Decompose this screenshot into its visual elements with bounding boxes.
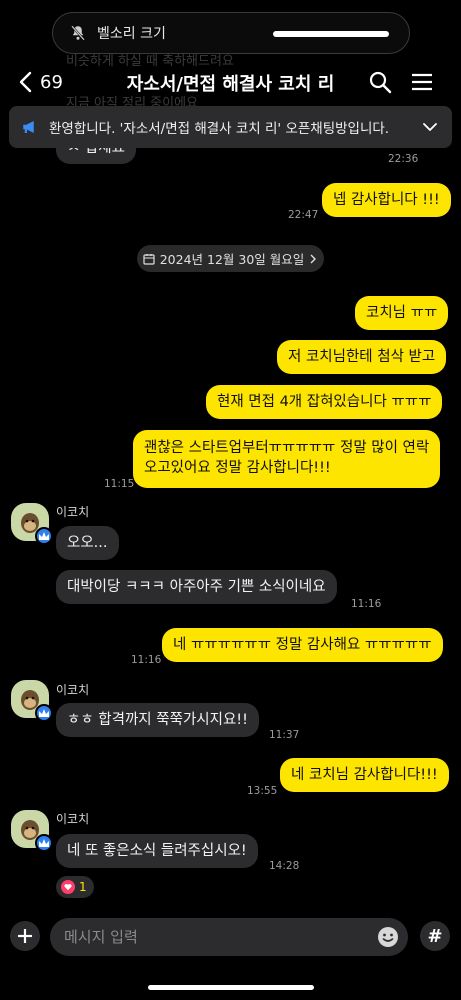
message-bubble-mine[interactable]: 네 코치님 감사합니다!!! [280,758,449,792]
sender-name: 이코치 [56,505,90,519]
crown-badge-icon [35,527,53,545]
message-line: 오고있어요 정말 감사합니다!!! [144,460,331,476]
message-time: 11:16 [351,598,382,610]
crown-badge-icon [35,704,53,722]
message-bubble-mine[interactable]: 코치님 ㅠㅠ [355,296,449,330]
plus-icon [18,929,32,943]
message-input-box[interactable] [50,918,408,956]
search-icon[interactable] [368,70,392,94]
avatar[interactable] [11,680,53,722]
message-bubble-other[interactable]: 네 또 좋은소식 들려주십시오! [56,834,258,868]
attach-button[interactable] [10,921,40,951]
date-divider[interactable]: 2024년 12월 30일 월요일 [137,245,324,272]
message-bubble-mine[interactable]: 넵 감사합니다 !!! [322,183,451,217]
sender-name: 이코치 [56,683,90,697]
message-bubble-mine[interactable]: 저 코치님한테 첨삭 받고 [277,340,447,374]
volume-indicator: 벨소리 크기 [52,12,410,54]
message-bubble-other[interactable]: ㅎㅎ 합격까지 쭉쭉가시지요!! [56,703,259,737]
message-bubble-other[interactable]: 오오... [56,526,119,560]
message-bubble-mine[interactable]: 괜찮은 스타트업부터ㅠㅠㅠㅠㅠ 정말 많이 연락 오고있어요 정말 감사합니다!… [133,430,441,488]
avatar[interactable] [11,503,53,545]
message-time: 11:15 [104,478,135,490]
chevron-down-icon[interactable] [422,119,438,135]
message-bubble-mine[interactable]: 현재 면접 4개 잡혀있습니다 ㅠㅠㅠ [206,385,443,419]
message-time: 11:37 [269,729,300,741]
volume-label: 벨소리 크기 [97,26,166,42]
bell-muted-icon [71,25,85,41]
notice-text: 환영합니다. '자소서/면접 해결사 코치 리' 오픈채팅방입니다. [49,121,390,137]
avatar[interactable] [11,810,53,852]
hashtag-button[interactable]: # [420,921,450,951]
reaction-count: 1 [79,880,87,894]
notice-banner[interactable]: 환영합니다. '자소서/면접 해결사 코치 리' 오픈채팅방입니다. [9,106,452,148]
chevron-right-icon [310,254,317,263]
message-time: 14:28 [269,860,300,872]
sender-name: 이코치 [56,812,90,826]
volume-bar [273,31,389,37]
message-bubble-other[interactable]: 대박이당 ㅋㅋㅋ 아주아주 기쁜 소식이네요 [56,570,337,604]
message-input[interactable] [64,928,364,946]
message-time: 22:36 [388,153,419,165]
heart-icon [61,880,75,894]
date-label: 2024년 12월 30일 월요일 [159,252,305,267]
emoji-icon[interactable] [376,925,400,949]
message-time: 11:16 [131,654,162,666]
message-time: 13:55 [247,785,278,797]
chat-header: 69 자소서/면접 해결사 코치 리 [0,60,461,104]
reaction-chip[interactable]: 1 [56,876,94,898]
home-indicator [148,985,314,990]
crown-badge-icon [35,834,53,852]
menu-icon[interactable] [410,70,434,94]
megaphone-icon [23,121,34,133]
calendar-icon [143,253,155,265]
message-bubble-mine[interactable]: 네 ㅠㅠㅠㅠㅠㅠ 정말 감사해요 ㅠㅠㅠㅠㅠ [162,628,443,662]
message-line: 괜찮은 스타트업부터ㅠㅠㅠㅠㅠ 정말 많이 연락 [144,440,430,456]
message-time: 22:47 [288,209,319,221]
